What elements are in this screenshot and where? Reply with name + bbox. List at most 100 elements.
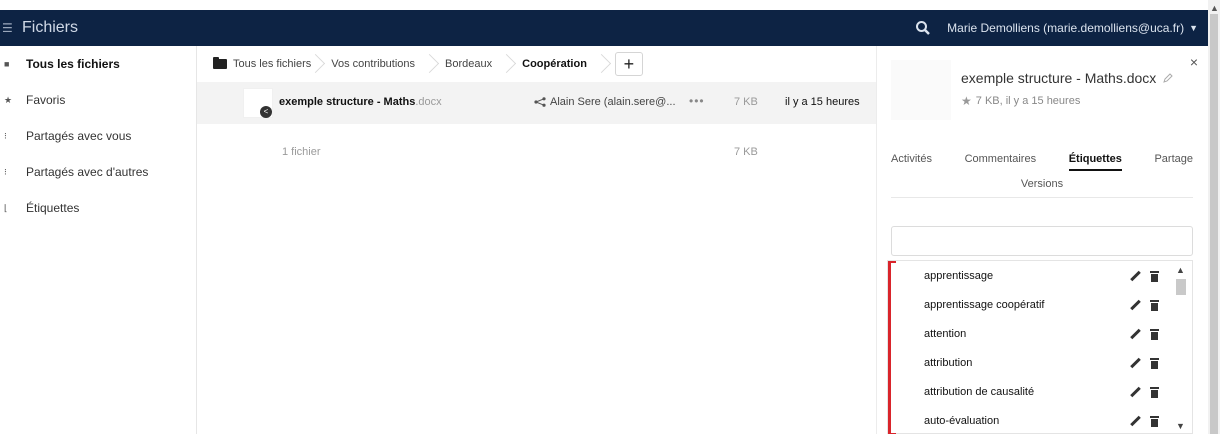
scroll-up-icon[interactable]: ▲ — [1210, 3, 1219, 13]
page-scrollbar[interactable]: ▲ — [1208, 0, 1220, 434]
table-row[interactable]: < exemple structure - Maths.docx Alain S… — [197, 82, 877, 124]
breadcrumb-label: Tous les fichiers — [233, 58, 312, 70]
pencil-icon[interactable] — [1130, 271, 1140, 281]
list-item[interactable]: attention — [888, 319, 1192, 348]
file-modified: il y a 15 heures — [785, 96, 860, 108]
pencil-icon[interactable] — [1130, 329, 1140, 339]
file-name-base: exemple structure - Maths — [279, 96, 416, 108]
star-icon[interactable]: ★ — [961, 94, 972, 108]
hamburger-icon[interactable]: ☰ — [2, 21, 14, 35]
file-list-area: Tous les fichiers Vos contributions Bord… — [196, 46, 877, 434]
list-item[interactable]: attribution de causalité — [888, 377, 1192, 406]
breadcrumb-label: Coopération — [522, 58, 587, 70]
shared-badge-icon: < — [260, 106, 272, 118]
file-extension: .docx — [415, 96, 442, 108]
sidebar: ■ Tous les fichiers ★ Favoris ⁝ Partagés… — [0, 46, 196, 434]
breadcrumb-item[interactable]: Bordeaux — [435, 46, 512, 82]
tag-label: apprentissage — [924, 269, 994, 282]
trash-icon[interactable] — [1150, 328, 1159, 340]
breadcrumb: Tous les fichiers Vos contributions Bord… — [197, 46, 876, 82]
star-icon: ★ — [4, 94, 13, 105]
tag-label: attention — [924, 327, 967, 340]
search-icon[interactable] — [915, 20, 931, 36]
tag-label: auto-évaluation — [924, 414, 1000, 427]
tag-list-scrollbar[interactable]: ▲ ▼ — [1174, 265, 1188, 431]
header-bar: ☰ Fichiers Marie Demolliens (marie.demol… — [0, 10, 1208, 46]
page-scrollbar-thumb[interactable] — [1210, 14, 1218, 434]
list-item[interactable]: auto-évaluation — [888, 406, 1192, 434]
shared-with-label: Alain Sere (alain.sere@... — [550, 96, 676, 108]
share-icon: ⁝ — [4, 130, 7, 141]
breadcrumb-separator — [425, 46, 435, 82]
pencil-icon[interactable] — [1130, 387, 1140, 397]
tag-icon: ⌊ — [4, 202, 8, 213]
close-icon[interactable]: × — [1190, 54, 1198, 70]
breadcrumb-separator — [502, 46, 512, 82]
panel-thumbnail — [891, 60, 951, 120]
app-title[interactable]: Fichiers — [22, 19, 78, 37]
panel-meta-text: 7 KB, il y a 15 heures — [975, 95, 1081, 107]
sidebar-item-label: Partagés avec vous — [26, 129, 132, 143]
pencil-icon[interactable] — [1130, 300, 1140, 310]
tabs-row: Activités Commentaires Étiquettes Partag… — [891, 146, 1193, 172]
rename-icon[interactable] — [1162, 72, 1174, 84]
tab-sharing[interactable]: Partage — [1154, 153, 1193, 165]
chevron-up-icon[interactable]: ▲ — [1176, 265, 1185, 275]
sidebar-item-label: Tous les fichiers — [26, 57, 120, 71]
sidebar-item-label: Partagés avec d'autres — [26, 165, 149, 179]
list-item[interactable]: attribution — [888, 348, 1192, 377]
sidebar-item-favorites[interactable]: ★ Favoris — [0, 82, 196, 118]
details-panel: × exemple structure - Maths.docx ★ 7 KB,… — [876, 46, 1208, 434]
pencil-icon[interactable] — [1130, 358, 1140, 368]
user-menu[interactable]: Marie Demolliens (marie.demolliens@uca.f… — [947, 21, 1198, 35]
tab-versions[interactable]: Versions — [891, 178, 1193, 190]
tab-activities[interactable]: Activités — [891, 153, 932, 165]
tab-tags[interactable]: Étiquettes — [1068, 153, 1122, 171]
breadcrumb-separator — [311, 46, 321, 82]
breadcrumb-label: Bordeaux — [445, 58, 493, 70]
list-item[interactable]: apprentissage coopératif — [888, 290, 1192, 319]
tag-label: apprentissage coopératif — [924, 298, 1045, 311]
tag-list-scrollbar-thumb[interactable] — [1176, 279, 1186, 295]
breadcrumb-item-root[interactable]: Tous les fichiers — [213, 46, 321, 82]
breadcrumb-item[interactable]: Vos contributions — [321, 46, 435, 82]
file-name[interactable]: exemple structure - Maths.docx — [279, 96, 442, 108]
panel-file-name: exemple structure - Maths.docx — [961, 70, 1157, 86]
pencil-icon[interactable] — [1130, 416, 1140, 426]
folder-icon: ■ — [4, 59, 10, 69]
list-item[interactable]: apprentissage — [888, 261, 1192, 290]
panel-tabs: Activités Commentaires Étiquettes Partag… — [891, 146, 1193, 198]
panel-title: exemple structure - Maths.docx — [961, 70, 1174, 86]
breadcrumb-label: Vos contributions — [331, 58, 416, 70]
sidebar-item-shared-with-you[interactable]: ⁝ Partagés avec vous — [0, 118, 196, 154]
share-icon — [534, 97, 546, 107]
tag-input[interactable] — [891, 226, 1193, 256]
tag-label: attribution — [924, 356, 973, 369]
sidebar-item-shared-with-others[interactable]: ⁝ Partagés avec d'autres — [0, 154, 196, 190]
tag-label: attribution de causalité — [924, 385, 1035, 398]
trash-icon[interactable] — [1150, 299, 1159, 311]
user-name: Marie Demolliens (marie.demolliens@uca.f… — [947, 21, 1185, 35]
file-count: 1 fichier — [282, 146, 321, 158]
chevron-down-icon: ▼ — [1189, 23, 1198, 33]
sidebar-item-tags[interactable]: ⌊ Étiquettes — [0, 190, 196, 226]
chevron-down-icon[interactable]: ▼ — [1176, 421, 1185, 431]
trash-icon[interactable] — [1150, 386, 1159, 398]
tag-dropdown: apprentissage apprentissage coopératif a… — [887, 260, 1193, 434]
file-size: 7 KB — [734, 96, 758, 108]
shared-with[interactable]: Alain Sere (alain.sere@... — [534, 96, 676, 108]
trash-icon[interactable] — [1150, 357, 1159, 369]
tab-comments[interactable]: Commentaires — [965, 153, 1037, 165]
breadcrumb-separator — [597, 46, 607, 82]
add-button[interactable]: + — [614, 52, 643, 76]
total-size: 7 KB — [734, 146, 758, 158]
panel-meta: ★ 7 KB, il y a 15 heures — [961, 94, 1080, 108]
trash-icon[interactable] — [1150, 270, 1159, 282]
breadcrumb-item-current[interactable]: Coopération — [512, 46, 607, 82]
trash-icon[interactable] — [1150, 415, 1159, 427]
folder-icon — [213, 57, 227, 69]
top-bar: ☰ Fichiers Marie Demolliens (marie.demol… — [0, 0, 1220, 46]
more-actions-button[interactable]: ••• — [689, 94, 705, 108]
sidebar-item-label: Étiquettes — [26, 201, 80, 215]
sidebar-item-all-files[interactable]: ■ Tous les fichiers — [0, 46, 196, 82]
